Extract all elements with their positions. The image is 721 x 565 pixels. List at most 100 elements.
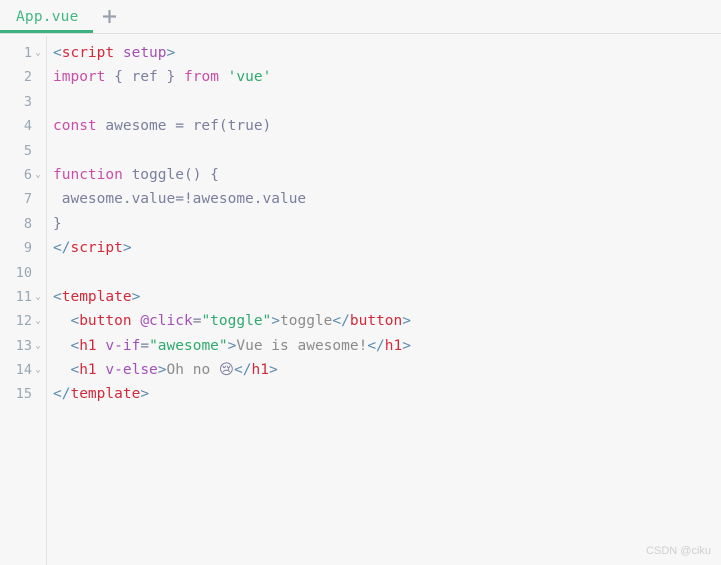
- line-number-value: 5: [23, 142, 32, 159]
- code-token-plain: true: [227, 118, 263, 135]
- code-token-attr: v-if: [105, 337, 141, 354]
- line-number: 5: [0, 139, 46, 163]
- line-number-value: 4: [23, 118, 32, 135]
- code-token-attr: setup: [122, 45, 167, 61]
- fold-chevron-down-icon[interactable]: ⌄: [33, 285, 43, 309]
- line-number-value: 11: [15, 288, 32, 305]
- code-token-punct: </: [332, 313, 350, 330]
- code-token-punct: </: [234, 362, 252, 379]
- code-line[interactable]: <template>: [53, 285, 721, 309]
- line-number-value: 14: [15, 362, 32, 379]
- code-token-keyword: import: [53, 69, 106, 86]
- code-token-tag: template: [70, 386, 141, 403]
- code-token-attr: v-else: [105, 362, 158, 379]
- code-token-tag: template: [61, 288, 132, 305]
- code-token-punct: </: [53, 386, 71, 403]
- line-number-value: 9: [23, 240, 32, 257]
- fold-chevron-down-icon[interactable]: ⌄: [33, 358, 43, 382]
- fold-chevron-down-icon[interactable]: ⌄: [33, 41, 43, 65]
- code-line[interactable]: </template>: [53, 382, 721, 406]
- code-line[interactable]: }: [53, 212, 721, 236]
- code-token-plain: }: [157, 69, 184, 86]
- line-number-value: 1: [23, 45, 32, 61]
- code-token-plain: ): [262, 118, 272, 135]
- line-number: 9: [0, 236, 46, 260]
- fold-chevron-down-icon[interactable]: ⌄: [33, 163, 43, 187]
- tab-bar-divider: [0, 33, 721, 34]
- code-line[interactable]: </script>: [53, 236, 721, 260]
- code-token-keyword: function: [53, 166, 123, 183]
- code-token-punct: <: [53, 362, 80, 379]
- line-number-value: 7: [23, 191, 32, 208]
- code-token-plain: (: [218, 118, 228, 135]
- line-number-value: 15: [15, 386, 32, 403]
- watermark: CSDN @ciku: [646, 545, 711, 557]
- code-token-punct: >: [402, 337, 411, 354]
- code-line[interactable]: const awesome = ref(true): [53, 114, 721, 138]
- line-number: 15: [0, 382, 46, 406]
- tab-app-vue[interactable]: App.vue: [0, 0, 93, 33]
- line-number: 1 ⌄: [0, 41, 46, 65]
- code-line[interactable]: <script setup>: [53, 41, 721, 65]
- code-content[interactable]: <script setup> import { ref } from 'vue' …: [47, 36, 721, 565]
- code-token-tag: h1: [79, 337, 97, 354]
- code-token-plain: () {: [183, 166, 219, 183]
- code-editor[interactable]: 1 ⌄ 2 3 4 5 6 ⌄ 7 8 9 10 11 ⌄ 12 ⌄ 13 ⌄ 14 ⌄ 15 <script setu…: [0, 36, 721, 565]
- new-tab-button[interactable]: [95, 0, 125, 33]
- code-line[interactable]: [53, 90, 721, 114]
- tab-label: App.vue: [16, 8, 79, 25]
- line-number-gutter: 1 ⌄ 2 3 4 5 6 ⌄ 7 8 9 10 11 ⌄ 12 ⌄ 13 ⌄ 14 ⌄ 15: [0, 36, 47, 565]
- code-token-keyword: from: [184, 69, 219, 86]
- code-line[interactable]: <h1 v-if="awesome">Vue is awesome!</h1>: [53, 334, 721, 358]
- code-line[interactable]: awesome.value=!awesome.value: [53, 187, 721, 211]
- code-token-punct: >: [166, 45, 176, 61]
- code-token-punct: >: [402, 313, 412, 330]
- code-token-text: toggle: [280, 313, 333, 330]
- code-line[interactable]: function toggle() {: [53, 163, 721, 187]
- code-line[interactable]: import { ref } from 'vue': [53, 65, 721, 89]
- code-token-text: Vue is awesome!: [236, 337, 368, 354]
- code-token-punct: >: [271, 313, 281, 330]
- line-number-value: 8: [23, 215, 32, 232]
- code-line[interactable]: <button @click="toggle">toggle</button>: [53, 309, 721, 333]
- code-token-punct: >: [140, 386, 150, 403]
- code-token-tag: button: [79, 313, 132, 330]
- code-token-punct: <: [53, 337, 80, 354]
- line-number: 7: [0, 187, 46, 211]
- code-token-plain: {: [105, 69, 132, 86]
- line-number: 10: [0, 261, 46, 285]
- code-token-punct: >: [122, 240, 132, 257]
- code-token-plain: }: [53, 215, 62, 232]
- code-token-string: 'vue': [227, 69, 272, 86]
- fold-chevron-down-icon[interactable]: ⌄: [33, 334, 43, 358]
- code-token-tag: h1: [251, 362, 269, 379]
- line-number: 14 ⌄: [0, 358, 46, 382]
- line-number: 2: [0, 65, 46, 89]
- code-line[interactable]: [53, 139, 721, 163]
- code-token-tag: h1: [384, 337, 403, 354]
- tab-active-indicator: [0, 30, 93, 33]
- code-token-plain: toggle: [131, 166, 184, 183]
- line-number-value: 3: [23, 93, 32, 110]
- code-token-tag: h1: [79, 362, 97, 379]
- code-token-punct: <: [53, 313, 80, 330]
- code-token-punct: <: [53, 288, 62, 305]
- code-token-tag: button: [349, 313, 403, 330]
- fold-chevron-down-icon[interactable]: ⌄: [33, 309, 43, 333]
- code-line[interactable]: <h1 v-else>Oh no 😢</h1>: [53, 358, 721, 382]
- line-number: 4: [0, 114, 46, 138]
- line-number-value: 12: [15, 313, 32, 330]
- code-token-tag: script: [61, 45, 115, 61]
- code-token-plain: ref: [131, 69, 158, 86]
- line-number: 13 ⌄: [0, 334, 46, 358]
- tab-list: App.vue: [0, 0, 93, 33]
- code-token-plain: awesome.value=!awesome.value: [53, 191, 307, 208]
- line-number: 8: [0, 212, 46, 236]
- line-number: 12 ⌄: [0, 309, 46, 333]
- code-token-attr: @click: [140, 313, 193, 330]
- code-token-punct: </: [367, 337, 385, 354]
- code-line[interactable]: [53, 261, 721, 285]
